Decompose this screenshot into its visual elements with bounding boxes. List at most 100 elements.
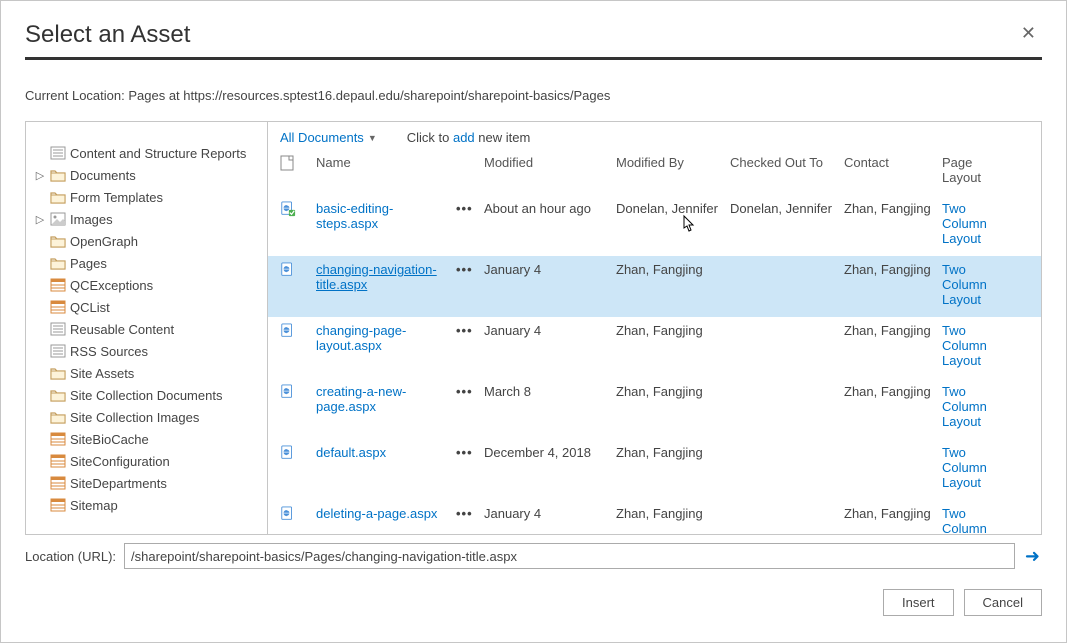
table-row[interactable]: default.aspx•••December 4, 2018Zhan, Fan… [268,439,1041,500]
row-menu-button[interactable]: ••• [456,384,484,399]
tree-item-label: Sitemap [70,498,118,513]
close-button[interactable]: ✕ [1015,21,1042,46]
table-row[interactable]: deleting-a-page.aspx•••January 4Zhan, Fa… [268,500,1041,534]
row-modified: December 4, 2018 [484,445,616,460]
header-type[interactable] [280,155,316,185]
row-name-link[interactable]: default.aspx [316,445,456,460]
add-new-item[interactable]: Click to add new item [407,130,531,145]
location-url-label: Location (URL): [25,549,116,564]
dialog-title: Select an Asset [25,21,190,49]
table-row[interactable]: basic-editing-steps.aspx•••About an hour… [268,195,1041,256]
chevron-down-icon: ▼ [368,133,377,143]
tree-item[interactable]: SiteConfiguration [34,450,259,472]
tree-panel: Content and Structure Reports ▷DocumentsF… [26,122,268,534]
tree-item-label: Images [70,212,113,227]
folder-icon [50,255,66,271]
tree-item-label: RSS Sources [70,344,148,359]
tree-item-label: SiteDepartments [70,476,167,491]
location-url-input[interactable] [124,543,1015,569]
row-modifiedby: Zhan, Fangjing [616,384,730,399]
row-contact: Zhan, Fangjing [844,262,942,277]
tree-item[interactable]: SiteDepartments [34,472,259,494]
row-modifiedby: Zhan, Fangjing [616,262,730,277]
table-row[interactable]: creating-a-new-page.aspx•••March 8Zhan, … [268,378,1041,439]
view-selector[interactable]: All Documents ▼ [280,130,377,145]
tree-item-label: SiteConfiguration [70,454,170,469]
header-name[interactable]: Name [316,155,456,185]
cancel-button[interactable]: Cancel [964,589,1042,616]
row-name-link[interactable]: changing-navigation-title.aspx [316,262,456,292]
tree-item[interactable]: ▷ Images [34,208,259,230]
row-contact: Zhan, Fangjing [844,384,942,399]
page-icon [280,262,316,281]
expand-icon[interactable]: ▷ [34,169,46,182]
tree-item[interactable]: OpenGraph [34,230,259,252]
tree-item[interactable]: ▷Documents [34,164,259,186]
tree-item[interactable]: Content and Structure Reports [34,142,259,164]
header-modifiedby[interactable]: Modified By [616,155,730,185]
tree-item[interactable]: SiteBioCache [34,428,259,450]
row-modifiedby: Donelan, Jennifer [616,201,730,216]
tree-item-label: Site Collection Documents [70,388,222,403]
tree-item-label: OpenGraph [70,234,138,249]
go-arrow-button[interactable]: ➜ [1023,546,1042,567]
tree-item[interactable]: Site Collection Documents [34,384,259,406]
header-modified[interactable]: Modified [484,155,616,185]
table-icon [50,475,66,491]
add-prefix: Click to [407,130,453,145]
tree-item[interactable]: RSS Sources [34,340,259,362]
folder-icon [50,167,66,183]
tree-item[interactable]: Pages [34,252,259,274]
column-headers: Name Modified Modified By Checked Out To… [268,155,1041,195]
row-layout-link[interactable]: Two Column Layout [942,384,1004,429]
tree-item[interactable]: QCExceptions [34,274,259,296]
tree-item-label: SiteBioCache [70,432,149,447]
table-icon [50,431,66,447]
table-icon [50,299,66,315]
row-name-link[interactable]: deleting-a-page.aspx [316,506,456,521]
row-name-link[interactable]: changing-page-layout.aspx [316,323,456,353]
folder-icon [50,387,66,403]
row-layout-link[interactable]: Two Column Layout [942,445,1004,490]
row-menu-button[interactable]: ••• [456,262,484,277]
tree-item[interactable]: QCList [34,296,259,318]
view-selector-label: All Documents [280,130,364,145]
tree-item[interactable]: Site Collection Images [34,406,259,428]
row-layout-link[interactable]: Two Column Layout [942,262,1004,307]
tree-item-label: Site Assets [70,366,134,381]
row-menu-button[interactable]: ••• [456,201,484,216]
current-location-prefix: Current Location: [25,88,128,103]
row-menu-button[interactable]: ••• [456,323,484,338]
images-icon [50,211,66,227]
tree-item-label: Content and Structure Reports [70,146,246,161]
row-layout-link[interactable]: Two Column Layout [942,201,1004,246]
header-contact[interactable]: Contact [844,155,942,185]
page-icon [280,445,316,464]
row-name-link[interactable]: creating-a-new-page.aspx [316,384,456,414]
tree-item[interactable]: Reusable Content [34,318,259,340]
row-modifiedby: Zhan, Fangjing [616,506,730,521]
row-layout-link[interactable]: Two Column Layout [942,323,1004,368]
tree-item[interactable]: Form Templates [34,186,259,208]
add-link: add [453,130,478,145]
row-checkedout: Donelan, Jennifer [730,201,844,216]
tree-item[interactable]: Site Assets [34,362,259,384]
tree-item-label: QCList [70,300,110,315]
tree-item[interactable]: Sitemap [34,494,259,516]
row-contact: Zhan, Fangjing [844,201,942,216]
row-menu-button[interactable]: ••• [456,506,484,521]
table-icon [50,497,66,513]
table-row[interactable]: changing-navigation-title.aspx•••January… [268,256,1041,317]
current-location: Current Location: Pages at https://resou… [25,88,1042,103]
row-menu-button[interactable]: ••• [456,445,484,460]
row-name-link[interactable]: basic-editing-steps.aspx [316,201,456,231]
folder-icon [50,409,66,425]
row-layout-link[interactable]: Two Column Layout [942,506,1004,534]
expand-icon[interactable]: ▷ [34,213,46,226]
insert-button[interactable]: Insert [883,589,954,616]
row-modifiedby: Zhan, Fangjing [616,445,730,460]
row-modified: March 8 [484,384,616,399]
header-layout[interactable]: Page Layout [942,155,1004,185]
header-checkedout[interactable]: Checked Out To [730,155,844,185]
table-row[interactable]: changing-page-layout.aspx•••January 4Zha… [268,317,1041,378]
